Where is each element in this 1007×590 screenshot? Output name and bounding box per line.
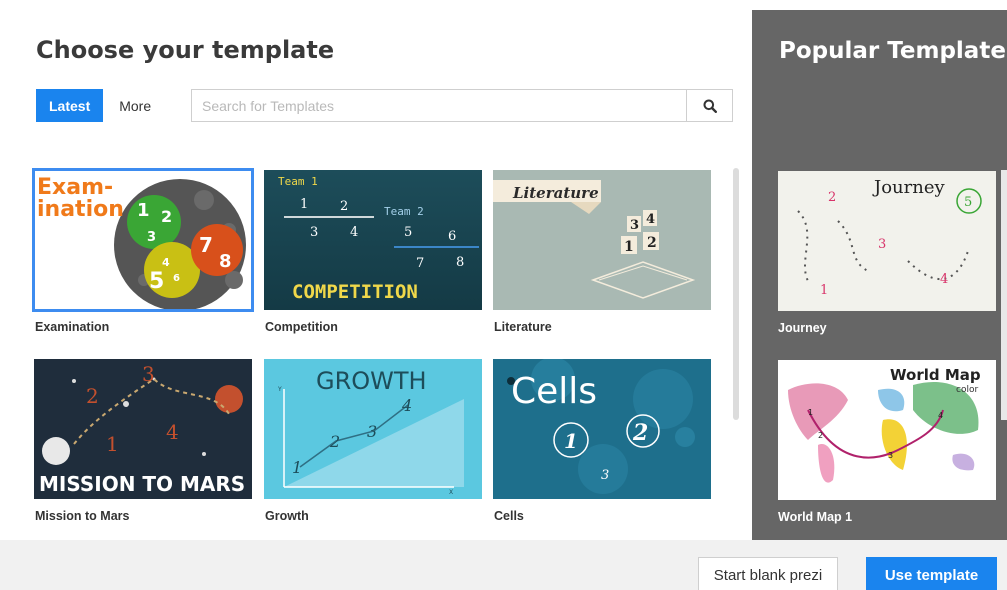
template-label: Mission to Mars	[35, 509, 130, 523]
template-search	[191, 89, 733, 122]
template-label: Competition	[265, 320, 338, 334]
thumb-text: X	[449, 489, 453, 496]
thumb-text: 1	[808, 408, 813, 417]
template-card-growth[interactable]: GROWTH 1 2 3 4 Y X Growth	[264, 359, 482, 523]
thumb-text: 1	[564, 429, 578, 453]
thumb-text: 1	[300, 197, 308, 212]
thumb-text: 4	[938, 411, 943, 420]
popular-templates-panel: Popular Templates Journey 2 3 1 4 5 Jour…	[752, 10, 1007, 540]
template-thumbnail: Exam- ination 1 2 3 4 5 6 7 8	[32, 168, 254, 312]
start-blank-button[interactable]: Start blank prezi	[698, 557, 838, 590]
template-label: Examination	[35, 320, 110, 334]
thumb-text: Y	[277, 386, 282, 393]
template-thumbnail: Journey 2 3 1 4 5	[778, 171, 996, 311]
thumb-text: 7	[199, 233, 213, 257]
thumb-text: Team 2	[384, 205, 424, 218]
thumb-text: 4	[162, 256, 170, 269]
thumb-text: 3	[630, 218, 639, 233]
thumb-text: Journey	[872, 177, 945, 198]
popular-title: Popular Templates	[779, 38, 1007, 64]
template-card-competition[interactable]: Team 1 Team 2 1 2 3 4 5 6 7 8 COMPETITIO…	[264, 170, 482, 334]
template-card-literature[interactable]: Literature 3 4 1 2 Literature	[493, 170, 711, 334]
thumb-text: 8	[456, 255, 464, 270]
thumb-text: 5	[149, 269, 164, 294]
popular-label: World Map 1	[778, 510, 853, 524]
thumb-text: GROWTH	[316, 367, 427, 395]
template-thumbnail: Cells 1 2 3	[493, 359, 711, 499]
thumb-text: 1	[137, 200, 150, 221]
tab-more[interactable]: More	[103, 89, 167, 122]
thumb-text: 2	[828, 190, 836, 205]
thumb-text: 3	[310, 225, 318, 240]
thumb-text: 3	[142, 362, 155, 386]
footer-bar: Start blank prezi Use template	[0, 540, 1007, 590]
thumb-text: 4	[646, 212, 655, 227]
template-thumbnail: 2 3 1 4 MISSION TO MARS	[34, 359, 252, 499]
template-label: Growth	[265, 509, 309, 523]
thumb-text: Literature	[512, 184, 599, 202]
main-area: Choose your template Latest More Search …	[0, 0, 752, 540]
thumb-text: 4	[940, 272, 948, 287]
thumb-text: 4	[350, 225, 358, 240]
thumb-text: 2	[647, 235, 657, 251]
thumb-text: 6	[448, 229, 456, 244]
search-icon	[703, 99, 717, 113]
popular-scrollbar[interactable]	[1001, 170, 1007, 420]
thumb-text: color	[956, 385, 978, 395]
use-template-button[interactable]: Use template	[866, 557, 997, 590]
thumb-text: 5	[404, 225, 412, 240]
thumb-text: 1	[106, 432, 119, 456]
template-chooser-dialog: Choose your template Latest More Search …	[0, 0, 1007, 590]
thumb-text: 2	[818, 431, 823, 440]
thumb-text: 1	[292, 458, 302, 477]
thumb-text: 6	[173, 273, 180, 284]
thumb-text: 3	[147, 230, 156, 245]
thumb-text: 2	[86, 384, 99, 408]
thumb-text: 3	[878, 237, 886, 252]
thumb-text: 8	[219, 251, 232, 272]
thumb-text: 4	[166, 420, 179, 444]
tab-latest[interactable]: Latest	[36, 89, 104, 122]
template-card-examination[interactable]: Exam- ination 1 2 3 4 5 6 7 8 Examinatio…	[32, 168, 254, 334]
thumb-text: 2	[340, 199, 348, 214]
thumb-text: Team 1	[278, 175, 318, 188]
template-tabs: Latest More	[36, 89, 167, 122]
thumb-text: 1	[624, 239, 634, 255]
template-thumbnail: Literature 3 4 1 2	[493, 170, 711, 310]
search-button[interactable]	[686, 90, 732, 121]
popular-card-journey[interactable]: Journey 2 3 1 4 5 Journey	[778, 171, 996, 335]
thumb-text: 3	[888, 451, 893, 460]
page-title: Choose your template	[36, 36, 335, 64]
thumb-text: Cells	[511, 371, 597, 412]
template-label: Literature	[494, 320, 552, 334]
thumb-text: 2	[632, 420, 648, 446]
thumb-text: MISSION TO MARS	[39, 472, 245, 496]
template-thumbnail: World Map color 1 2 3 4	[778, 360, 996, 500]
thumb-text: 4	[401, 396, 412, 415]
template-thumbnail: GROWTH 1 2 3 4 Y X	[264, 359, 482, 499]
thumb-text: 2	[161, 207, 172, 226]
grid-scrollbar[interactable]	[733, 168, 739, 420]
thumb-text: 3	[367, 422, 377, 441]
template-card-cells[interactable]: Cells 1 2 3 Cells	[493, 359, 711, 523]
thumb-text: 3	[601, 468, 609, 483]
popular-label: Journey	[778, 321, 827, 335]
popular-card-world-map[interactable]: World Map color 1 2 3 4 World Map 1	[778, 360, 996, 524]
thumb-text: ination	[37, 197, 124, 222]
template-label: Cells	[494, 509, 524, 523]
thumb-text: 7	[416, 256, 424, 271]
search-input[interactable]	[192, 90, 686, 121]
thumb-text: 1	[820, 283, 828, 298]
template-card-mission-to-mars[interactable]: 2 3 1 4 MISSION TO MARS Mission to Mars	[34, 359, 252, 523]
thumb-text: 2	[329, 432, 340, 451]
template-thumbnail: Team 1 Team 2 1 2 3 4 5 6 7 8 COMPETITIO…	[264, 170, 482, 310]
thumb-text: World Map	[890, 366, 981, 384]
thumb-text: COMPETITION	[292, 281, 418, 303]
thumb-text: 5	[964, 195, 972, 210]
